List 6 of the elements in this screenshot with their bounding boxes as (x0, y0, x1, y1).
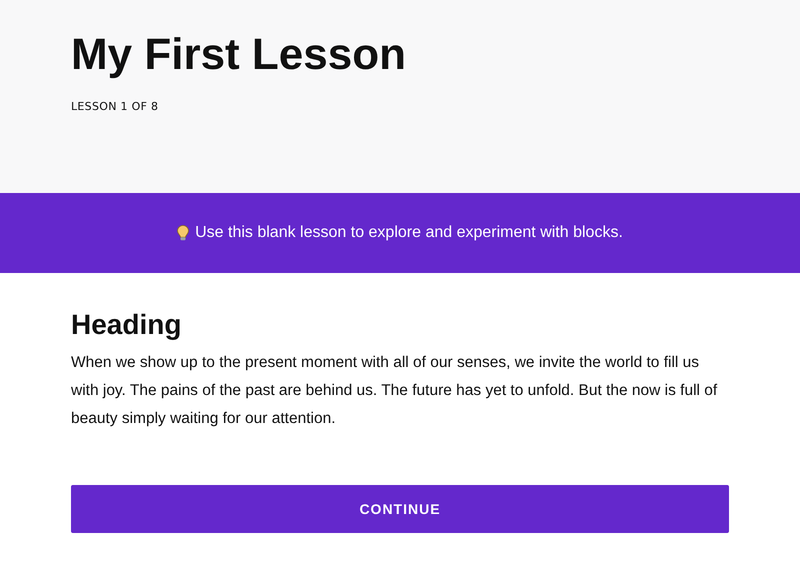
lightbulb-icon (177, 225, 190, 241)
continue-button[interactable]: CONTINUE (71, 485, 729, 533)
banner-text: Use this blank lesson to explore and experiment with blocks. (195, 224, 623, 242)
lesson-title: My First Lesson (71, 29, 406, 81)
body-paragraph: When we show up to the present moment with all of our senses, we invite the world to fill us with joy. The pains of the past are behind us. The future has yet to unfold. But the now is full of beauty simply waiting for our attention. (71, 353, 718, 429)
section-heading: Heading (71, 308, 182, 342)
